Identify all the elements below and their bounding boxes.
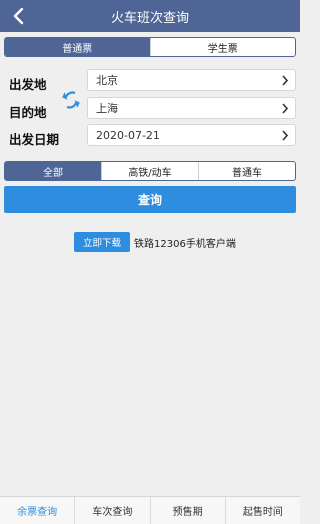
back-arrow-icon[interactable] [10,7,28,25]
ticket-type-switch: 普通票 学生票 [4,37,296,57]
page-title: 火车班次查询 [110,10,189,26]
date-field[interactable]: 2020-07-21 [87,124,296,146]
to-label: 目的地 [9,105,47,120]
download-text: 铁路12306手机客户端 [134,238,236,250]
tab-high-speed[interactable]: 高铁/动车 [101,162,198,180]
tab-sale-time[interactable]: 起售时间 [224,497,300,524]
query-button[interactable]: 查询 [4,186,296,213]
tab-student-ticket[interactable]: 学生票 [149,38,296,56]
chevron-right-icon [282,103,289,114]
download-banner: 立即下载 铁路12306手机客户端 [74,232,236,252]
from-value: 北京 [96,74,118,87]
bottom-tab-bar: 余票查询 车次查询 预售期 起售时间 [0,496,300,524]
tab-regular-train[interactable]: 普通车 [198,162,295,180]
to-field[interactable]: 上海 [87,97,296,119]
tab-remaining-tickets[interactable]: 余票查询 [0,497,74,524]
search-form: 出发地 目的地 出发日期 北京 上海 2020-07-21 [4,63,296,151]
chevron-right-icon [282,75,289,86]
date-label: 出发日期 [9,132,60,147]
tab-all-trains[interactable]: 全部 [5,162,101,180]
from-label: 出发地 [9,77,47,92]
from-field[interactable]: 北京 [87,69,296,91]
to-value: 上海 [96,102,118,115]
chevron-right-icon [282,130,289,141]
date-value: 2020-07-21 [96,128,160,142]
train-type-switch: 全部 高铁/动车 普通车 [4,161,296,181]
download-button[interactable]: 立即下载 [74,232,131,252]
swap-arrows-icon[interactable] [62,87,80,113]
app-header: 火车班次查询 [0,0,300,32]
tab-presale-period[interactable]: 预售期 [149,497,225,524]
tab-train-number[interactable]: 车次查询 [74,497,149,524]
tab-regular-ticket[interactable]: 普通票 [5,38,150,56]
